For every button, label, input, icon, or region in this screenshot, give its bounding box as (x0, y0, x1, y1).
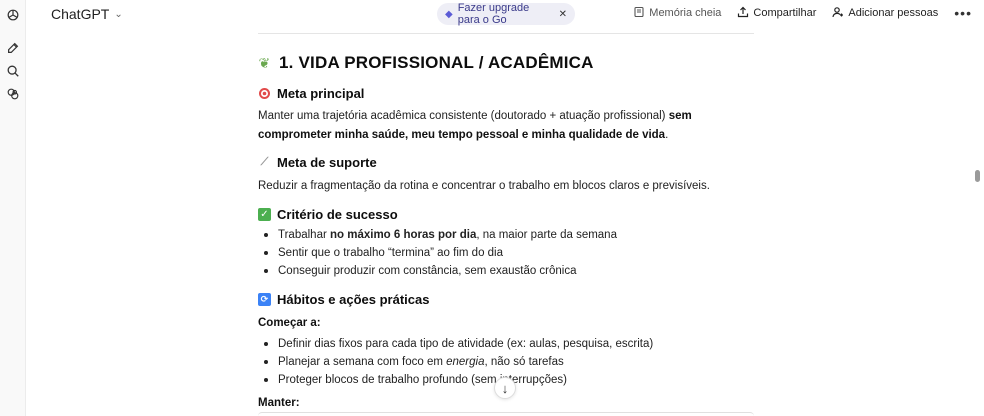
memory-label: Memória cheia (649, 7, 722, 19)
habits-heading: ⟳ Hábitos e ações práticas (258, 292, 429, 307)
scroll-down-button[interactable]: ↓ (494, 377, 516, 399)
memory-icon (633, 6, 645, 21)
leaf-icon: ❦ (258, 54, 271, 71)
share-icon (737, 6, 749, 21)
divider (258, 33, 754, 34)
list-item: Trabalhar no máximo 6 horas por dia, na … (262, 226, 617, 244)
main-goal-heading: Meta principal (258, 86, 364, 101)
target-icon (258, 87, 271, 100)
section-title: ❦ 1. VIDA PROFISSIONAL / ACADÊMICA (258, 53, 594, 72)
success-heading: ✓ Critério de sucesso (258, 207, 398, 222)
main-goal-text: Manter uma trajetória acadêmica consiste… (258, 110, 692, 141)
list-item: Sentir que o trabalho “termina” ao fim d… (262, 244, 617, 262)
share-button[interactable]: Compartilhar (737, 6, 816, 21)
composer[interactable] (258, 412, 754, 416)
top-header: ChatGPT ⌄ ◆ Fazer upgrade para o Go ✕ Me… (27, 0, 984, 30)
diamond-icon: ◆ (445, 8, 453, 20)
memory-full-button[interactable]: Memória cheia (633, 6, 721, 21)
list-item: Conseguir produzir com constância, sem e… (262, 262, 617, 280)
upgrade-pill[interactable]: ◆ Fazer upgrade para o Go ✕ (437, 2, 575, 26)
support-goal-text: Reduzir a fragmentação da rotina e conce… (258, 180, 710, 192)
bone-icon: ⟋ (260, 156, 269, 168)
scrollbar[interactable] (975, 170, 980, 182)
add-people-button[interactable]: Adicionar pessoas (832, 6, 938, 21)
model-name: ChatGPT (51, 6, 110, 22)
add-person-icon (832, 6, 844, 21)
close-icon[interactable]: ✕ (559, 9, 567, 20)
search-icon[interactable] (5, 63, 21, 79)
chevron-down-icon: ⌄ (114, 8, 123, 20)
more-options-button[interactable]: ••• (954, 5, 972, 21)
new-chat-icon[interactable] (5, 40, 21, 56)
share-label: Compartilhar (753, 7, 817, 19)
repeat-icon: ⟳ (258, 293, 271, 306)
checkmark-icon: ✓ (258, 208, 271, 221)
support-goal-heading: ⟋ Meta de suporte (258, 155, 377, 170)
upgrade-label: Fazer upgrade para o Go (457, 2, 530, 26)
model-selector[interactable]: ChatGPT ⌄ (51, 6, 123, 22)
add-people-label: Adicionar pessoas (848, 7, 939, 19)
sidebar-rail (0, 0, 26, 416)
keep-label: Manter: (258, 397, 300, 409)
chatgpt-logo-icon[interactable] (5, 7, 21, 23)
list-item: Definir dias fixos para cada tipo de ati… (262, 335, 653, 353)
start-label: Começar a: (258, 317, 321, 329)
list-item: Planejar a semana com foco em energia, n… (262, 353, 653, 371)
habits-start-list: Definir dias fixos para cada tipo de ati… (262, 335, 653, 389)
apps-icon[interactable] (5, 86, 21, 102)
list-item: Proteger blocos de trabalho profundo (se… (262, 371, 653, 389)
success-list: Trabalhar no máximo 6 horas por dia, na … (262, 226, 617, 280)
